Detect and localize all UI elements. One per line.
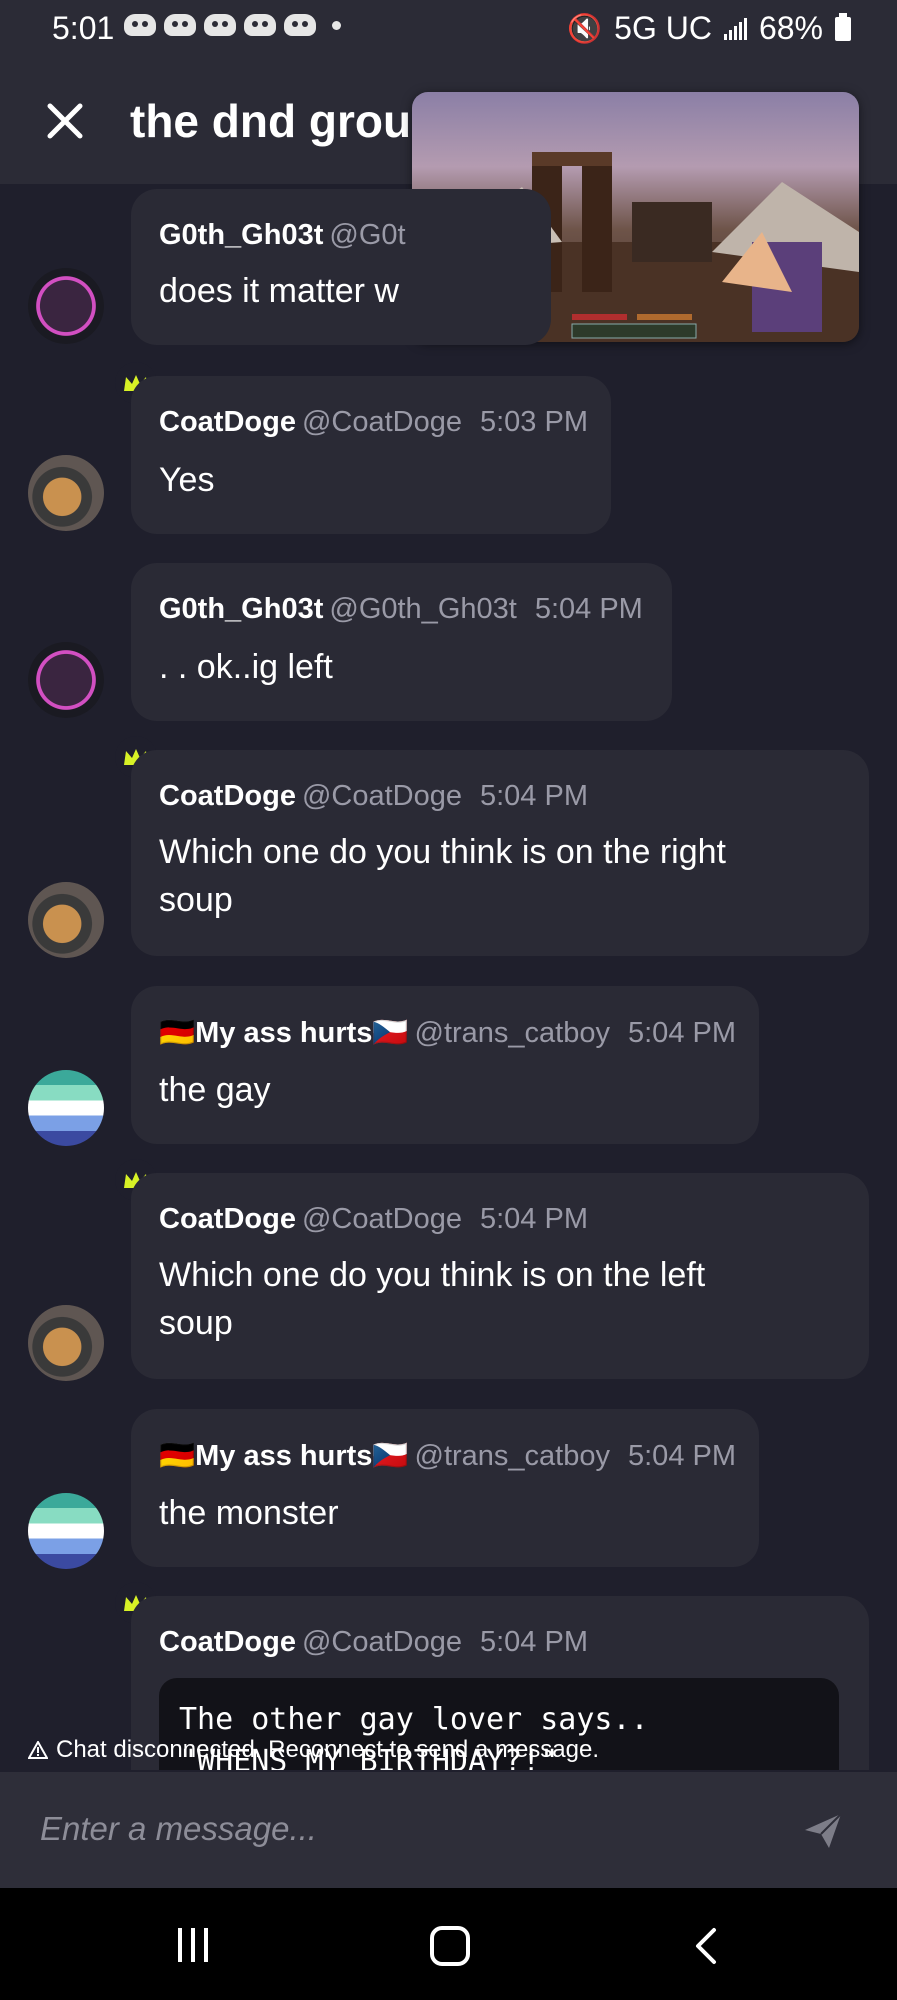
message-timestamp: 5:04 PM xyxy=(628,1440,736,1472)
network-label: 5G UC xyxy=(614,10,712,46)
discord-notification-icon xyxy=(244,14,276,36)
message-text: Which one do you think is on the left so… xyxy=(159,1251,705,1347)
message-header: CoatDoge @CoatDoge 5:04 PM xyxy=(159,780,588,813)
message-header: G0th_Gh03t @G0th_Gh03t 5:04 PM xyxy=(159,593,643,626)
battery-icon xyxy=(835,12,851,41)
disconnected-text: Chat disconnected. Reconnect to send a m… xyxy=(56,1736,599,1763)
message-text: Which one do you think is on the right s… xyxy=(159,828,726,924)
author-name[interactable]: CoatDoge xyxy=(159,406,296,438)
discord-notification-icon xyxy=(124,14,156,36)
author-name[interactable]: CoatDoge xyxy=(159,1626,296,1658)
author-handle: @G0t xyxy=(329,219,406,251)
message-header: CoatDoge @CoatDoge 5:04 PM xyxy=(159,1626,588,1659)
author-handle: @CoatDoge xyxy=(301,780,462,812)
author-name[interactable]: 🇩🇪My ass hurts🇨🇿 xyxy=(159,1440,409,1472)
message-timestamp: 5:04 PM xyxy=(479,1626,588,1658)
recent-apps-icon[interactable] xyxy=(178,1928,208,1962)
author-name[interactable]: G0th_Gh03t xyxy=(159,219,323,251)
author-handle: @CoatDoge xyxy=(301,1626,462,1658)
status-right: 🔇 5G UC 68% xyxy=(567,10,851,47)
author-handle: @trans_catboy xyxy=(414,1017,610,1049)
message-text: the monster xyxy=(159,1494,339,1532)
send-icon[interactable] xyxy=(801,1808,845,1852)
disconnected-banner: Chat disconnected. Reconnect to send a m… xyxy=(28,1736,599,1764)
avatar[interactable] xyxy=(28,1070,104,1146)
message-bubble[interactable]: G0th_Gh03t @G0t does it matter w xyxy=(131,189,551,345)
message-bubble[interactable]: CoatDoge @CoatDoge 5:04 PM Which one do yo… xyxy=(131,750,869,956)
back-icon[interactable] xyxy=(688,1926,728,1966)
message-text-line: Which one do you think is on the right xyxy=(159,833,726,871)
message-header: G0th_Gh03t @G0t xyxy=(159,219,406,252)
message-timestamp: 5:04 PM xyxy=(479,1203,588,1235)
message-timestamp: 5:04 PM xyxy=(534,593,643,625)
close-icon[interactable] xyxy=(40,96,90,146)
avatar[interactable] xyxy=(28,1305,104,1381)
message-text-line: soup xyxy=(159,881,233,919)
message-header: 🇩🇪My ass hurts🇨🇿 @trans_catboy 5:04 PM xyxy=(159,1016,736,1050)
message-timestamp: 5:04 PM xyxy=(479,780,588,812)
chat-title: the dnd group xyxy=(130,95,440,147)
message-bubble[interactable]: CoatDoge @CoatDoge 5:03 PM Yes xyxy=(131,376,611,534)
message-bubble[interactable]: G0th_Gh03t @G0th_Gh03t 5:04 PM . . ok..ig … xyxy=(131,563,672,721)
composer xyxy=(0,1772,897,1888)
message-bubble[interactable]: CoatDoge @CoatDoge 5:04 PM Which one do yo… xyxy=(131,1173,869,1379)
author-name[interactable]: G0th_Gh03t xyxy=(159,593,323,625)
discord-notification-icon xyxy=(164,14,196,36)
message-header: CoatDoge @CoatDoge 5:04 PM xyxy=(159,1203,588,1236)
message-text: . . ok..ig left xyxy=(159,648,333,686)
message-header: 🇩🇪My ass hurts🇨🇿 @trans_catboy 5:04 PM xyxy=(159,1439,736,1473)
author-handle: @trans_catboy xyxy=(414,1440,610,1472)
message-text-line: Which one do you think is on the left xyxy=(159,1256,706,1294)
status-bar: 5:01 🔇 5G UC 68% xyxy=(0,0,897,60)
notification-icons xyxy=(124,14,341,36)
avatar[interactable] xyxy=(28,642,104,718)
avatar[interactable] xyxy=(28,268,104,344)
signal-icon xyxy=(723,17,747,40)
message-timestamp: 5:04 PM xyxy=(628,1017,736,1049)
message-list[interactable]: G0th_Gh03t @G0t does it matter w CoatDoge… xyxy=(0,184,897,1770)
message-text: does it matter w xyxy=(159,272,399,310)
battery-label: 68% xyxy=(758,10,823,46)
author-name[interactable]: CoatDoge xyxy=(159,1203,296,1235)
author-name[interactable]: 🇩🇪My ass hurts🇨🇿 xyxy=(159,1017,409,1049)
author-handle: @CoatDoge xyxy=(301,1203,462,1235)
code-line: The other gay lover says.. xyxy=(179,1702,649,1737)
message-bubble[interactable]: 🇩🇪My ass hurts🇨🇿 @trans_catboy 5:04 PM the… xyxy=(131,986,759,1144)
home-icon[interactable] xyxy=(430,1926,470,1966)
warning-icon xyxy=(28,1741,48,1759)
author-handle: @G0th_Gh03t xyxy=(329,593,517,625)
message-text-line: soup xyxy=(159,1304,233,1342)
message-text: Yes xyxy=(159,461,215,499)
system-nav-bar xyxy=(0,1888,897,2000)
avatar[interactable] xyxy=(28,1493,104,1569)
mute-icon: 🔇 xyxy=(567,13,603,44)
message-header: CoatDoge @CoatDoge 5:03 PM xyxy=(159,406,588,439)
discord-notification-icon xyxy=(204,14,236,36)
message-bubble[interactable]: 🇩🇪My ass hurts🇨🇿 @trans_catboy 5:04 PM the… xyxy=(131,1409,759,1567)
author-name[interactable]: CoatDoge xyxy=(159,780,296,812)
status-time: 5:01 xyxy=(52,10,115,46)
message-text: the gay xyxy=(159,1071,271,1109)
message-timestamp: 5:03 PM xyxy=(479,406,588,438)
message-input[interactable] xyxy=(38,1800,782,1858)
discord-notification-icon xyxy=(284,14,316,36)
author-handle: @CoatDoge xyxy=(301,406,462,438)
avatar[interactable] xyxy=(28,455,104,531)
more-notifications-dot-icon xyxy=(332,21,341,30)
avatar[interactable] xyxy=(28,882,104,958)
